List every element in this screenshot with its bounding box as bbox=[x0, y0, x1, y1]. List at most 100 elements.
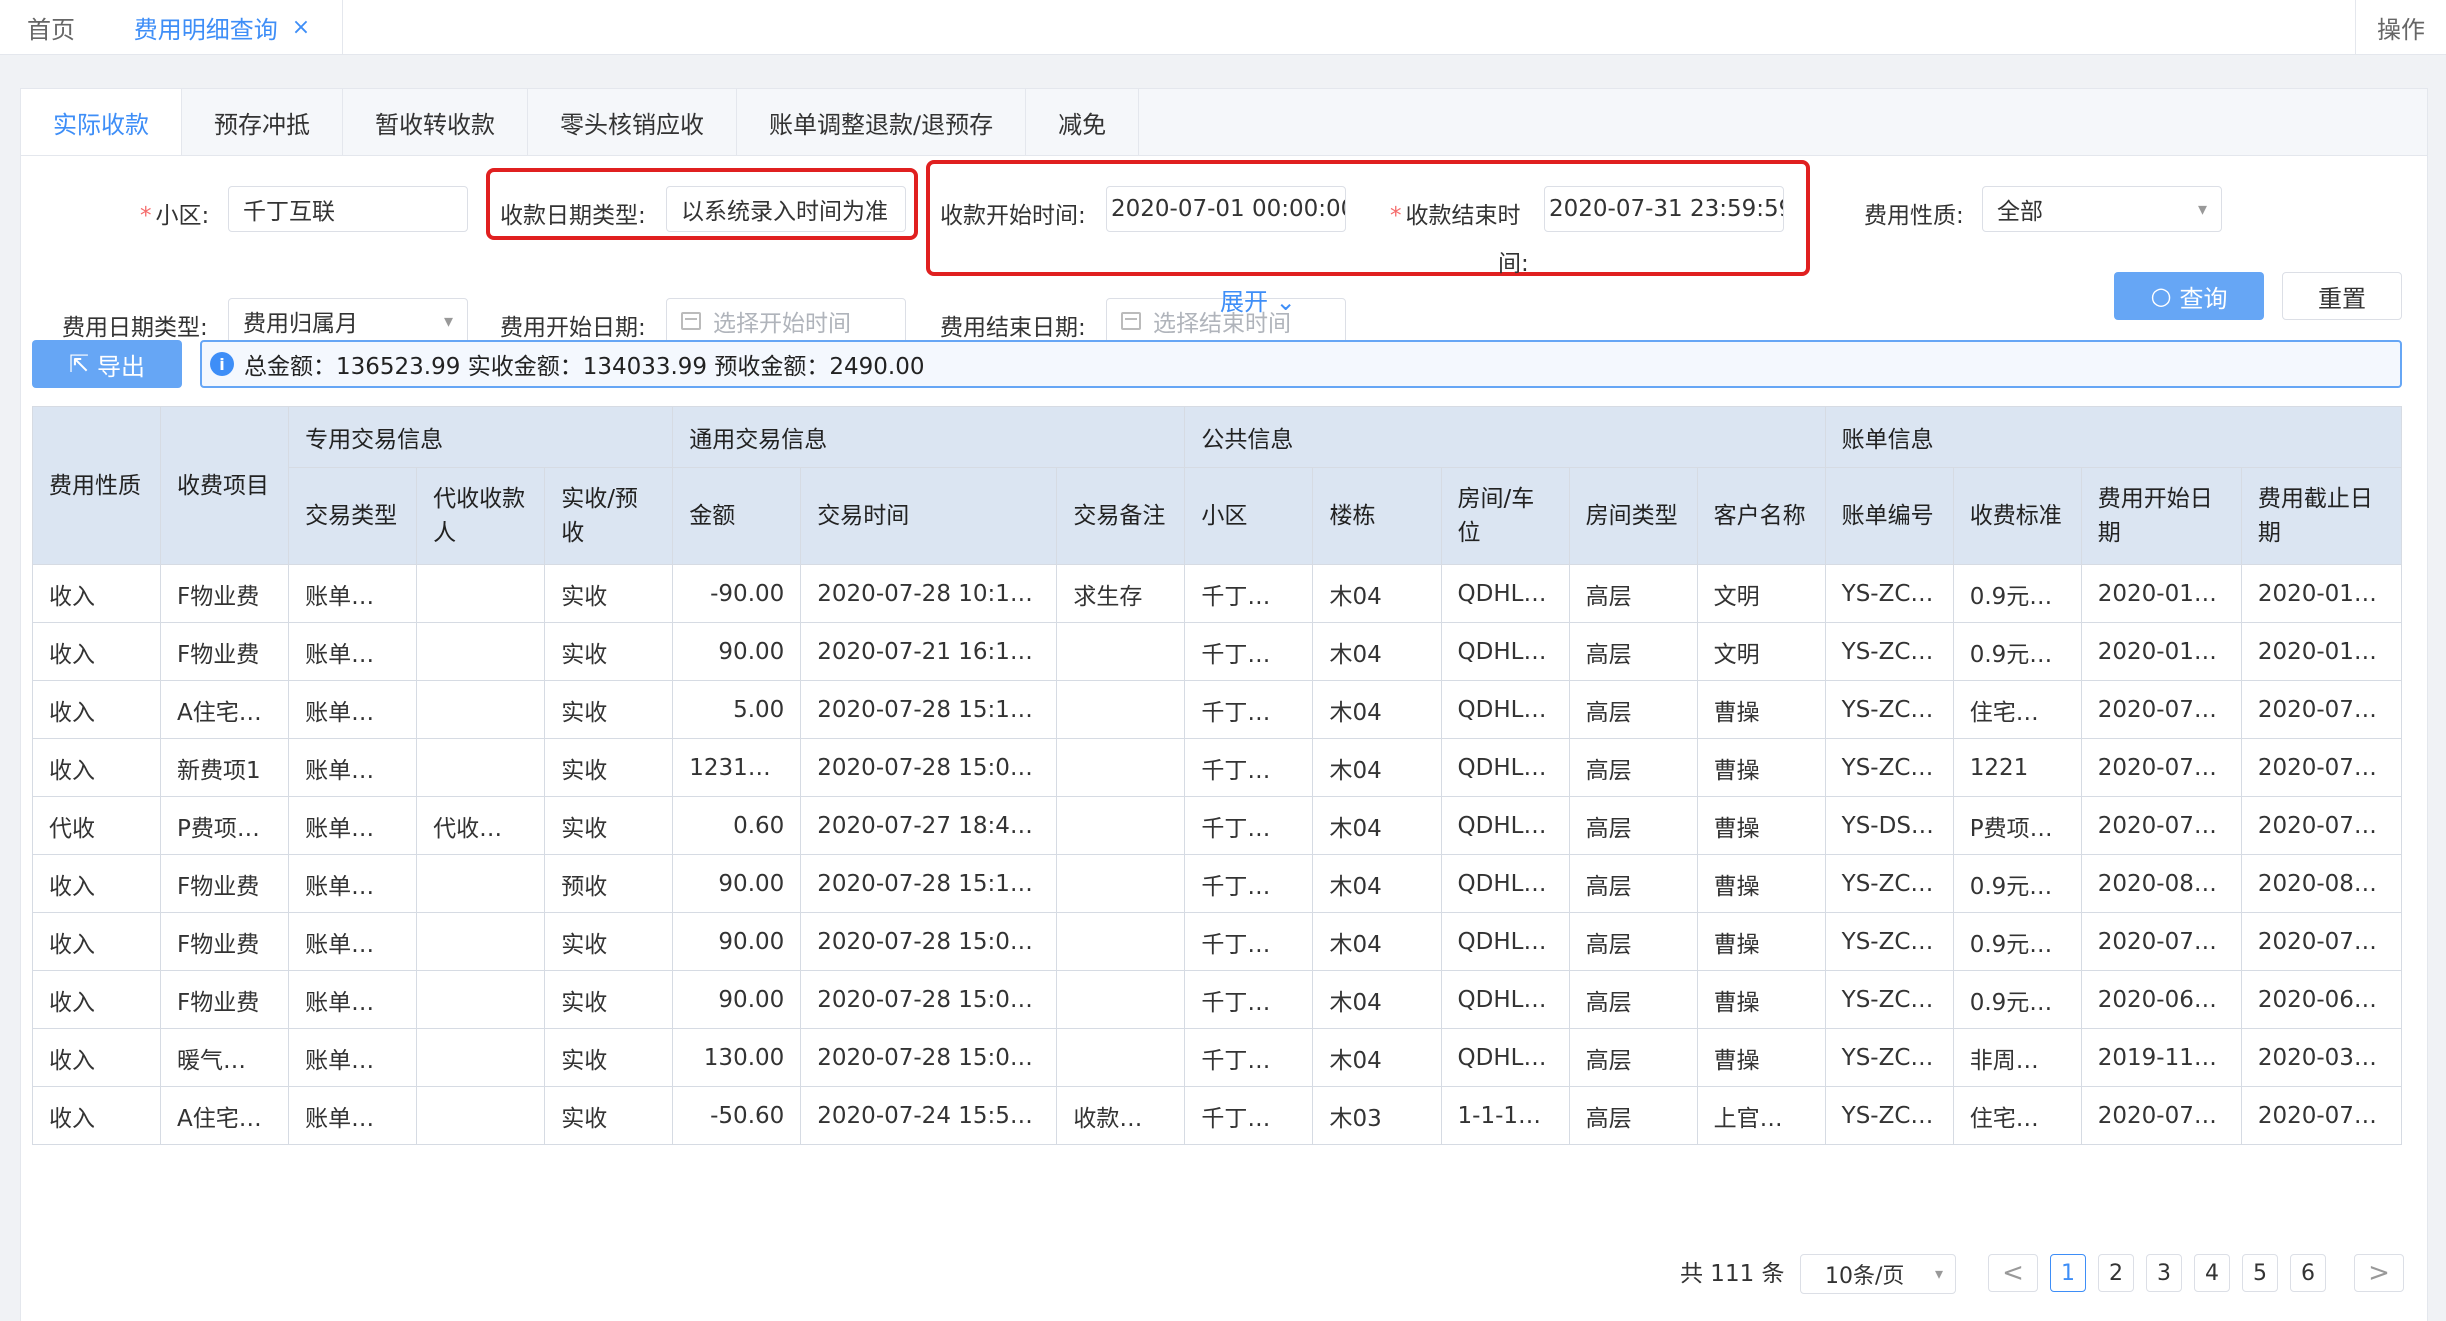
table-cell: 新费项1 bbox=[160, 738, 290, 797]
col-header: 收费标准 bbox=[1952, 467, 2082, 565]
subtab-reduction[interactable]: 减免 bbox=[1026, 89, 1140, 155]
fee-start-date-picker[interactable]: 选择开始时间 bbox=[666, 298, 906, 344]
table-row[interactable]: 收入 暖气… 账单… 实收 130.00 2020-07-28 15:06:… 千丁… 木04… bbox=[31, 1028, 2403, 1087]
page-button[interactable]: 1 bbox=[2050, 1254, 2086, 1292]
table-cell: 曹操 bbox=[1696, 1028, 1826, 1087]
reset-button[interactable]: 重置 bbox=[2282, 272, 2402, 320]
col-fee-item: 收费项目 bbox=[160, 406, 290, 565]
table-cell: 千丁… bbox=[1184, 680, 1314, 739]
close-icon[interactable]: × bbox=[292, 15, 310, 40]
table-cell: 2020-07-27 bbox=[2240, 796, 2403, 855]
fee-date-type-select[interactable]: 费用归属月 ▾ bbox=[228, 298, 468, 344]
pay-date-type-select[interactable]: 以系统录入时间为准 bbox=[666, 186, 906, 232]
table-cell: 90.00 bbox=[672, 622, 802, 681]
table-cell: 2020-07-22 bbox=[2240, 1086, 2403, 1145]
table-cell: 2020-07-21 16:16:… bbox=[800, 622, 1058, 681]
table-cell: YS-ZC… bbox=[1824, 1086, 1954, 1145]
table-cell: 实收 bbox=[544, 622, 674, 681]
table-cell: 2020-07-27 bbox=[2080, 680, 2242, 739]
table-row[interactable]: 收入 F物业费 账单… 实收 90.00 2020-07-28 15:07:… 千丁… 木04… bbox=[31, 912, 2403, 971]
pay-end-field[interactable]: 2020-07-31 23:59:59 bbox=[1544, 186, 1784, 232]
table-row[interactable]: 收入 F物业费 账单… 实收 -90.00 2020-07-28 10:19:… 求生存 千丁… bbox=[31, 564, 2403, 623]
table-cell bbox=[1056, 1028, 1186, 1087]
page-button[interactable]: 4 bbox=[2194, 1254, 2230, 1292]
table-cell: 2020-07-27 bbox=[2240, 738, 2403, 797]
table-cell: 2020-08-01 bbox=[2080, 854, 2242, 913]
subtab-actual-payment[interactable]: 实际收款 bbox=[21, 89, 182, 155]
subtab-temp-to-payment[interactable]: 暂收转收款 bbox=[343, 89, 528, 155]
table-row[interactable]: 收入 F物业费 账单… 预收 90.00 2020-07-28 15:10:… 千丁… 木04… bbox=[31, 854, 2403, 913]
table-cell: YS-DS… bbox=[1824, 796, 1954, 855]
table-cell bbox=[416, 738, 546, 797]
table-row[interactable]: 收入 A住宅… 账单… 实收 5.00 2020-07-28 15:10:… 千丁… 木04 Q… bbox=[31, 680, 2403, 739]
table-cell: 2020-07-01 bbox=[2080, 912, 2242, 971]
table-cell: 2020-01-01 bbox=[2080, 622, 2242, 681]
page-button[interactable]: 2 bbox=[2098, 1254, 2134, 1292]
pay-end-label-tail: 间: bbox=[1498, 251, 1529, 277]
fee-nature-select[interactable]: 全部 ▾ bbox=[1982, 186, 2222, 232]
table-row[interactable]: 代收 P费项… 账单… 代收… 实收 0.60 2020-07-27 18:45:… 千丁… 木… bbox=[31, 796, 2403, 855]
table-cell: F物业费 bbox=[160, 564, 290, 623]
table-cell: 千丁… bbox=[1184, 564, 1314, 623]
table-cell: 木03 bbox=[1312, 1086, 1442, 1145]
table-row[interactable]: 收入 F物业费 账单… 实收 90.00 2020-07-28 15:06:… 千丁… 木04… bbox=[31, 970, 2403, 1029]
table-cell: 2020-07-31 bbox=[2240, 912, 2403, 971]
chevron-down-icon: ▾ bbox=[1934, 1264, 1943, 1283]
table-cell: 0.9元… bbox=[1952, 622, 2082, 681]
col-fee-nature: 费用性质 bbox=[31, 406, 162, 565]
table-cell: 千丁… bbox=[1184, 622, 1314, 681]
table-cell: 上官… bbox=[1696, 1086, 1826, 1145]
page-size-select[interactable]: 10条/页 ▾ bbox=[1800, 1254, 1956, 1294]
table-cell: 高层 bbox=[1568, 564, 1698, 623]
table-cell: YS-ZC… bbox=[1824, 912, 1954, 971]
table-row[interactable]: 收入 新费项1 账单… 实收 12312… 2020-07-28 15:07:… 千丁… 木0… bbox=[31, 738, 2403, 797]
table-cell: 2020-07-27 bbox=[2080, 738, 2242, 797]
page-button[interactable]: 5 bbox=[2242, 1254, 2278, 1292]
subtab-bill-adjust-refund[interactable]: 账单调整退款/退预存 bbox=[737, 89, 1027, 155]
subtab-prepay-offset[interactable]: 预存冲抵 bbox=[182, 89, 343, 155]
table-cell: 实收 bbox=[544, 738, 674, 797]
tab-fee-detail-query[interactable]: 费用明细查询 × bbox=[102, 0, 343, 54]
community-field[interactable]: 千丁互联 bbox=[228, 186, 468, 232]
pay-start-field[interactable]: 2020-07-01 00:00:00 bbox=[1106, 186, 1346, 232]
prev-page-button[interactable]: < bbox=[1988, 1254, 2038, 1292]
export-icon: ⇱ bbox=[68, 350, 90, 378]
table-cell: -50.60 bbox=[672, 1086, 802, 1145]
sub-tabs: 实际收款 预存冲抵 暂收转收款 零头核销应收 账单调整退款/退预存 减免 bbox=[21, 89, 2427, 156]
page-button[interactable]: 3 bbox=[2146, 1254, 2182, 1292]
expand-toggle[interactable]: 展开 ⌄ bbox=[1220, 282, 1296, 317]
table-cell: 2019-11-15 bbox=[2080, 1028, 2242, 1087]
table-row[interactable]: 收入 A住宅… 账单… 实收 -50.60 2020-07-24 15:56:… 收款… 千丁… bbox=[31, 1086, 2403, 1145]
next-page-button[interactable]: > bbox=[2354, 1254, 2404, 1292]
export-button[interactable]: ⇱ 导出 bbox=[32, 340, 182, 388]
query-button[interactable]: ○ 查询 bbox=[2114, 272, 2264, 320]
col-header: 房间类型 bbox=[1568, 467, 1698, 565]
table-cell: 代收 bbox=[31, 796, 162, 855]
group-general-trade: 通用交易信息 bbox=[672, 406, 1186, 468]
tab-home[interactable]: 首页 bbox=[0, 0, 103, 54]
table-cell: 收入 bbox=[31, 1086, 162, 1145]
table-row[interactable]: 收入 F物业费 账单… 实收 90.00 2020-07-21 16:16:… 千丁… 木04… bbox=[31, 622, 2403, 681]
table-cell: A住宅… bbox=[160, 680, 290, 739]
table-cell bbox=[1056, 622, 1186, 681]
table-cell: 0.9元… bbox=[1952, 970, 2082, 1029]
calendar-icon bbox=[1121, 312, 1141, 330]
table-cell: 曹操 bbox=[1696, 796, 1826, 855]
page-button[interactable]: 6 bbox=[2290, 1254, 2326, 1292]
table-cell: 账单… bbox=[288, 622, 418, 681]
col-header: 金额 bbox=[672, 467, 802, 565]
table-cell: 2020-01-31 bbox=[2240, 564, 2403, 623]
table-cell: 非周… bbox=[1952, 1028, 2082, 1087]
operations-menu[interactable]: 操作 bbox=[2355, 0, 2446, 54]
pay-start-label: 收款开始时间: bbox=[940, 203, 1086, 229]
table-cell: 2020-07-28 15:07:… bbox=[800, 912, 1058, 971]
col-header: 交易类型 bbox=[288, 467, 418, 565]
table-cell: 0.9元… bbox=[1952, 854, 2082, 913]
group-public-info: 公共信息 bbox=[1184, 406, 1826, 468]
table-cell bbox=[416, 1028, 546, 1087]
table-cell: 2020-01-01 bbox=[2080, 564, 2242, 623]
table-cell: 木04 bbox=[1312, 796, 1442, 855]
subtab-odd-writeoff[interactable]: 零头核销应收 bbox=[528, 89, 737, 155]
table-cell bbox=[416, 912, 546, 971]
table-cell: 收款… bbox=[1056, 1086, 1186, 1145]
